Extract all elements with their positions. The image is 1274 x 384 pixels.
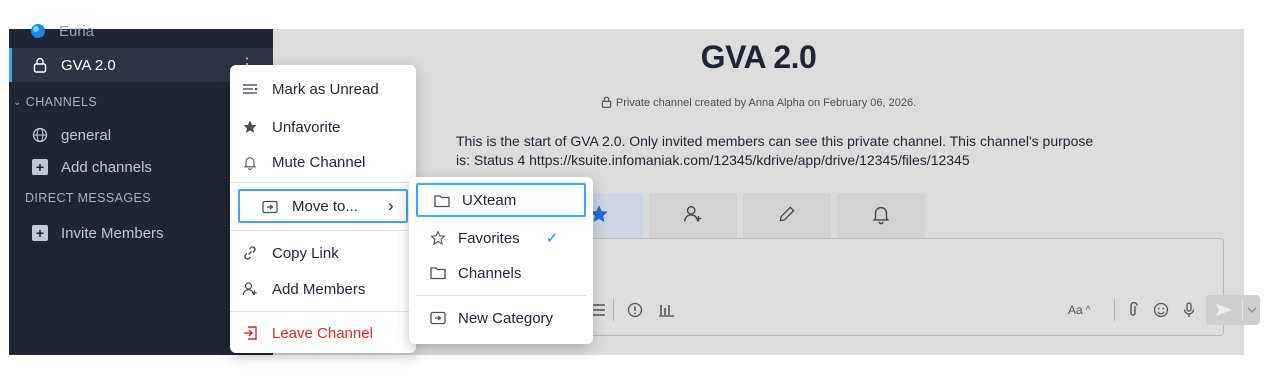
toolbar-divider	[613, 299, 614, 321]
edit-action-button[interactable]	[743, 193, 831, 239]
menu-item-mute-channel[interactable]: Mute Channel	[238, 152, 365, 172]
menu-item-label: Leave Channel	[272, 324, 373, 342]
sidebar-item-label: Euria	[59, 22, 95, 40]
sidebar-item-label: Invite Members	[61, 224, 164, 242]
chevron-right-icon: ›	[388, 196, 394, 215]
leave-icon	[238, 323, 262, 343]
microphone-icon[interactable]	[1180, 301, 1198, 319]
menu-item-move-to[interactable]: Move to... ›	[238, 189, 408, 223]
sidebar-item-label: Add channels	[61, 158, 152, 176]
chevron-up-icon: ^	[1085, 304, 1091, 316]
lock-icon	[31, 56, 49, 74]
plus-box-icon: +	[31, 158, 49, 176]
section-label: CHANNELS	[25, 95, 98, 109]
subtitle-text: Private channel created by Anna Alpha on…	[615, 97, 917, 109]
globe-icon	[31, 126, 49, 144]
add-members-action-button[interactable]	[649, 193, 737, 239]
menu-item-label: Copy Link	[272, 244, 339, 262]
checkmark-icon: ✓	[545, 230, 559, 247]
menu-item-label: Mark as Unread	[272, 80, 379, 98]
active-indicator	[9, 48, 12, 82]
euria-logo-icon	[29, 22, 47, 40]
folder-icon	[426, 263, 450, 283]
info-icon[interactable]	[626, 301, 644, 319]
bell-icon	[870, 203, 892, 230]
menu-item-label: Move to...	[292, 198, 358, 215]
add-member-icon	[238, 279, 262, 299]
menu-item-unfavorite[interactable]: Unfavorite	[238, 117, 340, 137]
send-icon	[1206, 303, 1242, 317]
channel-context-menu: Mark as Unread Unfavorite Mute Channel M…	[230, 65, 416, 353]
submenu-divider	[416, 295, 586, 296]
sidebar-item-label: GVA 2.0	[61, 56, 116, 74]
menu-divider	[230, 230, 416, 231]
bell-icon	[238, 152, 262, 172]
channel-actions	[555, 193, 925, 239]
formatting-label: Aa	[1068, 303, 1083, 317]
channel-subtitle: Private channel created by Anna Alpha on…	[273, 96, 1244, 111]
new-category-icon	[426, 308, 450, 328]
menu-item-add-members[interactable]: Add Members	[238, 279, 365, 299]
plus-box-icon: +	[31, 224, 49, 242]
move-to-submenu: UXteam Favorites ✓ Channels New Category	[409, 177, 593, 344]
mark-unread-icon	[238, 79, 262, 99]
chevron-down-icon: ⌄	[13, 96, 22, 108]
submenu-item-label: Channels	[458, 264, 522, 282]
menu-item-label: Unfavorite	[272, 118, 341, 136]
submenu-item-new-category[interactable]: New Category	[426, 308, 553, 328]
menu-item-label: Add Members	[272, 280, 366, 298]
notifications-action-button[interactable]	[837, 193, 925, 239]
star-icon	[238, 117, 262, 137]
add-member-icon	[682, 203, 704, 230]
submenu-item-channels[interactable]: Channels	[426, 263, 521, 283]
section-label: DIRECT MESSAGES	[25, 191, 151, 205]
emoji-icon[interactable]	[1152, 301, 1170, 319]
app-window: Euria GVA 2.0 ⋮ ⌄ CHANNELS general + Add…	[0, 0, 1274, 384]
menu-item-label: Mute Channel	[272, 153, 366, 171]
channel-intro: This is the start of GVA 2.0. Only invit…	[456, 133, 1094, 168]
submenu-item-uxteam[interactable]: UXteam	[416, 183, 586, 217]
link-icon	[238, 243, 262, 263]
move-icon	[258, 200, 282, 214]
folder-icon	[430, 194, 454, 208]
menu-item-copy-link[interactable]: Copy Link	[238, 243, 339, 263]
channel-title: GVA 2.0	[700, 39, 817, 75]
submenu-item-label: New Category	[458, 309, 554, 327]
toolbar-divider	[1114, 299, 1115, 321]
menu-divider	[230, 311, 416, 312]
pencil-icon	[777, 204, 797, 229]
menu-divider	[230, 182, 416, 183]
send-button[interactable]	[1206, 295, 1260, 325]
submenu-item-label: UXteam	[462, 192, 517, 209]
attachment-icon[interactable]	[1124, 301, 1142, 319]
menu-item-leave-channel[interactable]: Leave Channel	[238, 323, 373, 343]
star-outline-icon	[426, 228, 450, 248]
sidebar-item-label: general	[61, 126, 112, 144]
sidebar-item-euria[interactable]: Euria	[9, 21, 273, 41]
chevron-down-icon[interactable]	[1243, 307, 1260, 313]
formatting-toggle[interactable]: Aa ^	[1068, 301, 1090, 319]
poll-icon[interactable]	[658, 301, 676, 319]
menu-item-mark-unread[interactable]: Mark as Unread	[238, 79, 379, 99]
submenu-item-favorites[interactable]: Favorites ✓	[426, 228, 558, 248]
submenu-item-label: Favorites	[458, 229, 520, 247]
lock-icon	[601, 96, 612, 111]
